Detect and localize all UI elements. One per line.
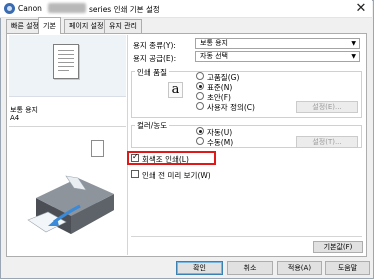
tab-maintenance[interactable]: 유지 관리 xyxy=(104,19,142,33)
color-manual-radio[interactable] xyxy=(196,137,204,145)
color-set-button[interactable]: 설정(T)... xyxy=(296,136,358,148)
quality-set-button[interactable]: 설정(E)... xyxy=(296,101,358,113)
window-title-prefix: Canon xyxy=(18,4,42,13)
print-quality-sample-icon: a xyxy=(168,82,183,98)
paper-source-label: 용지 공급(E): xyxy=(133,54,177,63)
quality-high-radio[interactable] xyxy=(196,72,204,80)
document-preview-icon xyxy=(53,44,79,79)
paper-source-dropdown[interactable]: 자동 선택 ▼ xyxy=(195,51,360,62)
color-intensity-title: 컬러/농도 xyxy=(135,120,170,131)
checkmark-icon: ✓ xyxy=(132,152,139,161)
ok-button[interactable]: 확인 xyxy=(176,261,223,275)
tab-main[interactable]: 기본 xyxy=(38,17,61,34)
settings-divider xyxy=(131,236,362,237)
color-manual-label[interactable]: 수동(M) xyxy=(207,137,233,148)
window-title: series 인쇄 기본 설정 xyxy=(89,5,160,14)
redacted-model-name xyxy=(48,3,86,13)
quality-custom-label[interactable]: 사용자 정의(C) xyxy=(207,102,255,113)
help-button[interactable]: 도움말 xyxy=(325,261,370,275)
media-type-value: 보통 용지 xyxy=(200,39,228,47)
printer-illustration-icon xyxy=(27,175,114,234)
chevron-down-icon: ▼ xyxy=(351,40,356,47)
print-quality-title: 인쇄 품질 xyxy=(135,67,169,78)
quality-draft-radio[interactable] xyxy=(196,92,204,100)
paper-sheet-icon xyxy=(91,140,104,157)
grayscale-checkbox[interactable]: ✓ xyxy=(131,152,139,162)
grayscale-label[interactable]: 회색조 인쇄(L) xyxy=(142,154,189,165)
media-type-dropdown[interactable]: 보통 용지 ▼ xyxy=(195,38,360,49)
preview-before-print-label[interactable]: 인쇄 전 미리 보기(W) xyxy=(142,170,211,181)
media-type-label: 용지 종류(Y): xyxy=(133,41,176,50)
quality-standard-radio[interactable] xyxy=(196,82,204,90)
preview-before-print-checkbox[interactable] xyxy=(131,170,139,178)
canon-printer-icon xyxy=(4,3,15,14)
quality-custom-radio[interactable] xyxy=(196,102,204,110)
close-icon[interactable]: ✕ xyxy=(352,1,370,16)
paper-source-value: 자동 선택 xyxy=(200,52,228,60)
apply-button[interactable]: 적용(A) xyxy=(277,261,322,275)
cancel-button[interactable]: 취소 xyxy=(227,261,273,275)
defaults-button[interactable]: 기본값(F) xyxy=(313,241,363,253)
preview-paper-size: A4 xyxy=(10,114,20,122)
preview-divider xyxy=(9,126,126,127)
color-auto-radio[interactable] xyxy=(196,127,204,135)
chevron-down-icon: ▼ xyxy=(351,53,356,60)
tab-page-setup[interactable]: 페이지 설정 xyxy=(64,19,109,33)
